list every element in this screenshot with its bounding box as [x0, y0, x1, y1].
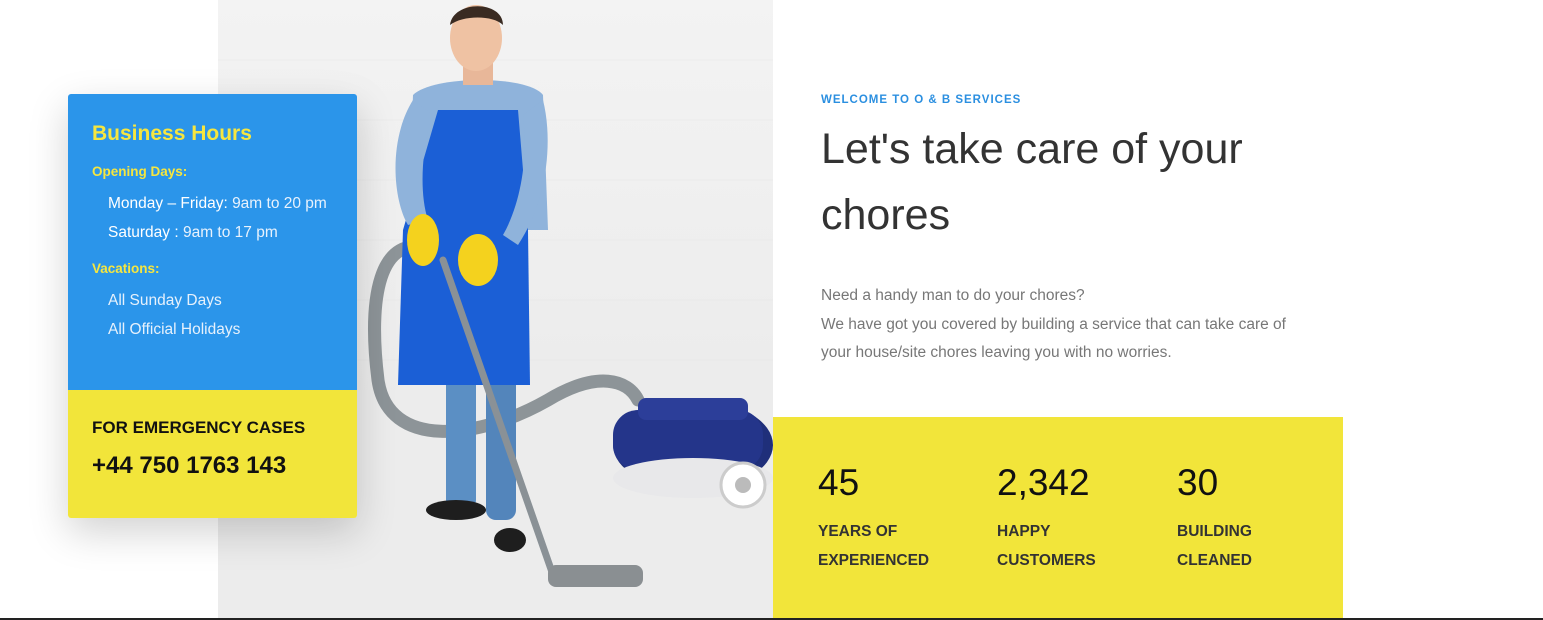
hours-top-section: Business Hours Opening Days: Monday – Fr…	[68, 94, 357, 390]
opening-day-time: 9am to 20 pm	[232, 195, 327, 212]
stat-number: 30	[1177, 462, 1219, 503]
stat-years: 45 YEARS OF EXPERIENCED	[818, 463, 958, 575]
intro-body-line: your house/site chores leaving you with …	[821, 344, 1172, 361]
emergency-phone[interactable]: +44 750 1763 143	[92, 452, 333, 480]
stat-label: BUILDING CLEANED	[1177, 517, 1317, 575]
opening-days-heading: Opening Days:	[92, 164, 188, 179]
headline-line: chores	[821, 191, 951, 239]
welcome-eyebrow: WELCOME TO O & B SERVICES	[821, 94, 1022, 106]
opening-day-label: Saturday :	[108, 224, 179, 241]
vacation-item: All Sunday Days	[108, 292, 222, 309]
business-hours-title: Business Hours	[92, 122, 252, 145]
page: Business Hours Opening Days: Monday – Fr…	[0, 0, 1543, 620]
headline-line: Let's take care of your	[821, 125, 1243, 173]
stats-band: 45 YEARS OF EXPERIENCED 2,342 HAPPY CUST…	[773, 417, 1343, 620]
stat-label: YEARS OF EXPERIENCED	[818, 517, 958, 575]
stat-buildings: 30 BUILDING CLEANED	[1177, 463, 1317, 575]
emergency-label: FOR EMERGENCY CASES	[92, 418, 306, 437]
opening-day-row: Saturday : 9am to 17 pm	[92, 218, 333, 247]
stat-label-line: CLEANED	[1177, 552, 1252, 569]
opening-day-time: 9am to 17 pm	[182, 224, 278, 241]
stat-number: 2,342	[997, 462, 1090, 503]
stat-customers: 2,342 HAPPY CUSTOMERS	[997, 463, 1137, 575]
emergency-section: FOR EMERGENCY CASES +44 750 1763 143	[68, 390, 357, 518]
intro-section: WELCOME TO O & B SERVICES Let's take car…	[821, 94, 1341, 368]
stat-label-line: HAPPY	[997, 523, 1051, 540]
stat-label-line: BUILDING	[1177, 523, 1252, 540]
intro-body-line: Need a handy man to do your chores?	[821, 287, 1085, 304]
stat-label: HAPPY CUSTOMERS	[997, 517, 1137, 575]
vacations-heading: Vacations:	[92, 261, 160, 276]
stat-number: 45	[818, 462, 860, 503]
stat-label-line: CUSTOMERS	[997, 552, 1096, 569]
page-headline: Let's take care of your chores	[821, 116, 1341, 248]
business-hours-card: Business Hours Opening Days: Monday – Fr…	[68, 94, 357, 518]
vacuum-body	[613, 398, 773, 509]
opening-day-label: Monday – Friday:	[108, 195, 228, 212]
intro-body-line: We have got you covered by building a se…	[821, 315, 1286, 333]
stat-label-line: YEARS OF	[818, 523, 898, 540]
intro-body: Need a handy man to do your chores? We h…	[821, 282, 1341, 368]
opening-day-row: Monday – Friday: 9am to 20 pm	[92, 189, 333, 218]
stat-label-line: EXPERIENCED	[818, 552, 930, 569]
vacation-item: All Official Holidays	[108, 321, 241, 338]
